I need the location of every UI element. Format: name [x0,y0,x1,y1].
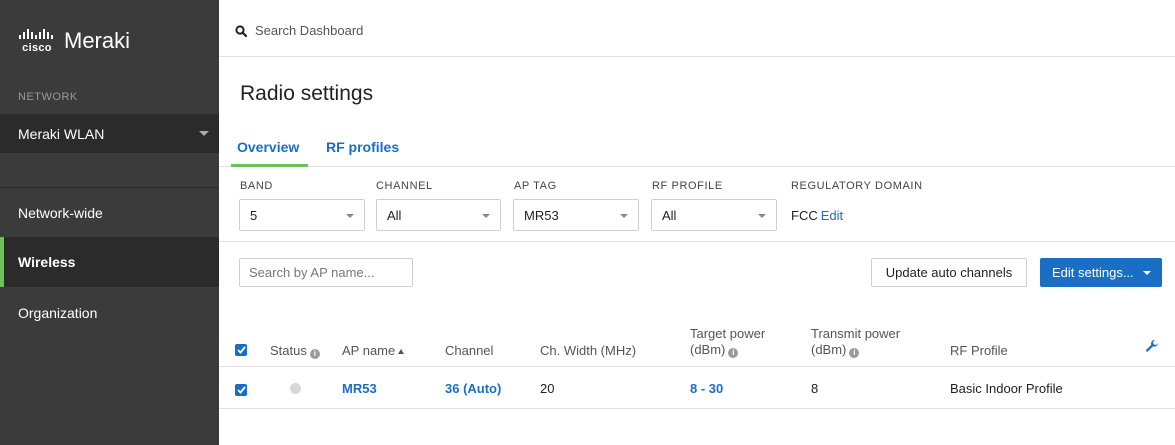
column-header-rf-profile[interactable]: RF Profile [950,343,1008,359]
channel-label: CHANNEL [376,180,433,192]
chevron-down-icon [1143,271,1151,275]
rf-profile-select-value: All [662,207,677,223]
dashboard-search[interactable]: Search Dashboard [235,23,363,38]
column-header-unit: (dBm) [690,342,726,357]
column-header-transmit-power[interactable]: Transmit power (dBm) i [811,326,900,358]
regulatory-domain: FCC Edit [791,208,843,223]
divider [219,366,1175,367]
search-icon [235,24,247,37]
edit-settings-button[interactable]: Edit settings... [1040,258,1162,287]
sidebar-item-label: Wireless [18,254,76,270]
target-power-link[interactable]: 8 - 30 [690,381,723,396]
cisco-bars-icon [19,28,53,39]
ap-tag-select-value: MR53 [524,207,559,223]
info-icon[interactable]: i [309,349,320,359]
network-section-label: NETWORK [18,91,78,103]
rf-profile-value: Basic Indoor Profile [950,381,1063,396]
regulatory-domain-label: REGULATORY DOMAIN [791,180,923,192]
checkmark-icon [236,386,246,394]
transmit-power-value: 8 [811,381,819,396]
sidebar: cisco Meraki NETWORK Meraki WLAN Network… [0,0,219,445]
column-header-label: Status [270,343,307,358]
update-auto-channels-button[interactable]: Update auto channels [871,258,1027,287]
channel-link[interactable]: 36 (Auto) [445,381,501,396]
network-selector-value: Meraki WLAN [18,125,105,142]
active-tab-indicator [231,164,308,167]
chevron-down-icon [346,214,354,218]
select-all-checkbox[interactable] [235,344,247,356]
tab-overview[interactable]: Overview [237,139,299,155]
regulatory-domain-value: FCC [791,208,818,223]
sidebar-item-network-wide[interactable]: Network-wide [0,187,219,237]
sidebar-item-label: Network-wide [18,204,103,221]
row-checkbox[interactable] [235,384,247,396]
info-icon[interactable]: i [728,348,739,358]
sidebar-item-organization[interactable]: Organization [0,288,219,338]
column-header-ch-width[interactable]: Ch. Width (MHz) [540,343,636,359]
band-label: BAND [240,180,273,192]
ap-tag-select[interactable]: MR53 [513,199,639,231]
chevron-down-icon [620,214,628,218]
sidebar-item-wireless[interactable]: Wireless [0,237,219,287]
band-select[interactable]: 5 [239,199,365,231]
tab-rf-profiles[interactable]: RF profiles [326,139,399,155]
channel-width-value: 20 [540,381,555,396]
chevron-down-icon [199,131,209,136]
tab-bar: Overview RF profiles [219,131,1175,167]
chevron-down-icon [758,214,766,218]
column-header-status[interactable]: Status i [270,343,320,359]
column-header-channel[interactable]: Channel [445,343,493,359]
column-header-unit: (dBm) [811,342,847,357]
divider [219,408,1175,409]
top-bar: Search Dashboard [219,0,1175,57]
rf-profile-label: RF PROFILE [652,180,723,192]
band-select-value: 5 [250,207,258,223]
channel-select[interactable]: All [376,199,501,231]
divider [219,241,1175,242]
checkmark-icon [236,346,246,354]
column-header-label: Transmit power [811,326,901,341]
ap-search-input[interactable]: Search by AP name... [239,258,413,287]
logo-cisco-text: cisco [22,41,52,54]
rf-profile-select[interactable]: All [651,199,777,231]
logo-meraki-text: Meraki [64,28,131,53]
sidebar-item-label: Organization [18,305,98,321]
column-header-ap-name[interactable]: AP name [342,343,405,359]
info-icon[interactable]: i [849,348,860,358]
sort-ascending-icon [398,349,405,354]
column-header-label: AP name [342,343,396,358]
ap-search-placeholder: Search by AP name... [249,265,375,280]
edit-settings-label: Edit settings... [1052,265,1134,280]
ap-tag-label: AP TAG [514,180,557,192]
regulatory-edit-link[interactable]: Edit [821,208,843,223]
column-header-label: Target power [690,326,766,341]
dashboard-search-placeholder: Search Dashboard [255,23,364,38]
ap-name-link[interactable]: MR53 [342,381,377,396]
channel-select-value: All [387,207,402,223]
network-selector[interactable]: Meraki WLAN [0,114,219,153]
wrench-icon[interactable] [1145,339,1159,353]
chevron-down-icon [482,214,490,218]
column-header-target-power[interactable]: Target power (dBm) i [690,326,765,358]
page-title: Radio settings [240,82,374,105]
meraki-logo[interactable]: cisco Meraki [18,24,130,58]
status-indicator [290,383,301,394]
